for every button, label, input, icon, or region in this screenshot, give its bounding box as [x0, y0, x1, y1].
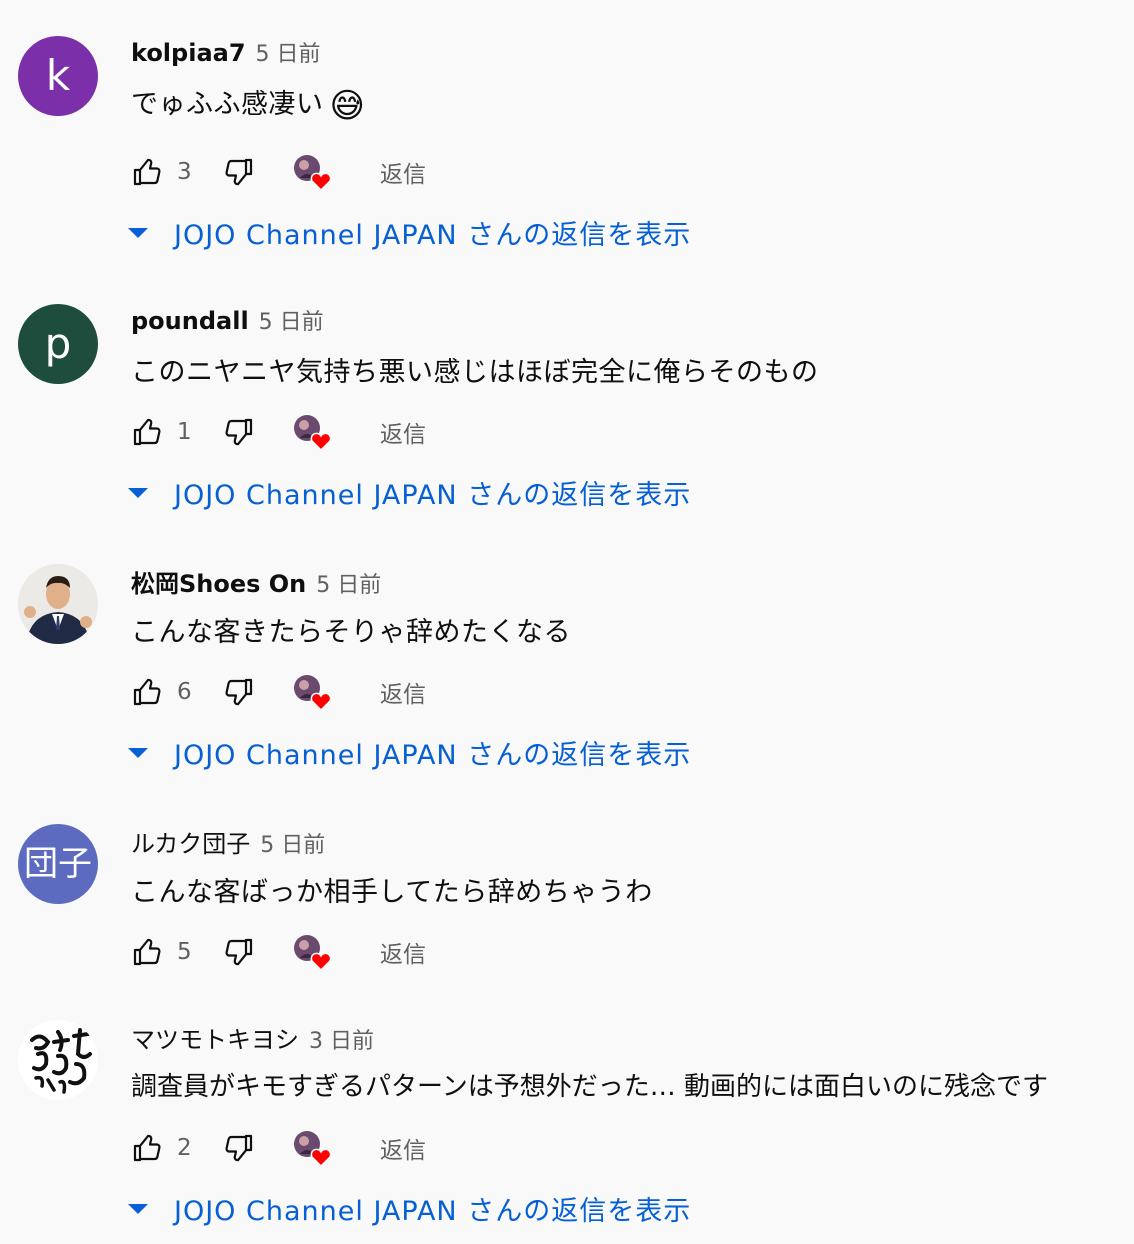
- creator-heart-badge: [291, 1128, 335, 1168]
- comment-text: こんな客きたらそりゃ辞めたくなる: [131, 617, 571, 648]
- calligraphy-avatar-image: [18, 1020, 98, 1100]
- thumb-up-icon: [131, 156, 163, 188]
- comment-text: こんな客ばっか相手してたら辞めちゃうわ: [131, 877, 653, 908]
- reply-button[interactable]: 返信: [380, 155, 426, 189]
- thumb-down-icon: [223, 156, 255, 188]
- comment-time[interactable]: 5 日前: [256, 36, 321, 68]
- view-replies-button[interactable]: JOJO Channel JAPAN さんの返信を表示: [128, 732, 691, 772]
- author-name[interactable]: ルカク団子: [131, 824, 250, 859]
- comment-text: でゅふふ感凄い 😅: [131, 86, 366, 126]
- avatar[interactable]: 団子: [18, 824, 98, 904]
- creator-heart-icon: [294, 1131, 332, 1168]
- thumb-down-icon: [223, 1132, 255, 1164]
- avatar[interactable]: k: [18, 36, 98, 116]
- like-button[interactable]: [131, 932, 163, 972]
- comment-time[interactable]: 5 日前: [316, 567, 381, 599]
- thumb-down-icon: [223, 936, 255, 968]
- view-replies-button[interactable]: JOJO Channel JAPAN さんの返信を表示: [128, 472, 691, 512]
- author-name[interactable]: 松岡Shoes On: [131, 564, 306, 599]
- dislike-button[interactable]: [223, 1128, 255, 1168]
- reply-button[interactable]: 返信: [380, 415, 426, 449]
- author-name[interactable]: kolpiaa7: [131, 39, 246, 67]
- thumb-up-icon: [131, 416, 163, 448]
- like-button[interactable]: [131, 1128, 163, 1168]
- like-button[interactable]: [131, 152, 163, 192]
- creator-heart-icon: [294, 415, 332, 452]
- comment-time[interactable]: 3 日前: [309, 1023, 374, 1055]
- thumb-down-icon: [223, 676, 255, 708]
- dislike-button[interactable]: [223, 152, 255, 192]
- thumb-up-icon: [131, 936, 163, 968]
- profile-photo: [18, 564, 98, 644]
- author-name[interactable]: マツモトキヨシ: [131, 1020, 299, 1055]
- creator-heart-badge: [291, 152, 335, 192]
- creator-heart-badge: [291, 672, 335, 712]
- creator-heart-icon: [294, 155, 332, 192]
- author-name[interactable]: poundall: [131, 307, 249, 335]
- like-count: 3: [177, 159, 192, 185]
- creator-heart-badge: [291, 412, 335, 452]
- creator-heart-badge: [291, 932, 335, 972]
- creator-heart-icon: [294, 675, 332, 712]
- comment-text: 調査員がキモすぎるパターンは予想外だった… 動画的には面白いのに残念です: [131, 1072, 1048, 1102]
- dislike-button[interactable]: [223, 932, 255, 972]
- like-count: 1: [177, 419, 192, 445]
- reply-button[interactable]: 返信: [380, 935, 426, 969]
- grinning-sweat-emoji: 😅: [329, 86, 366, 126]
- view-replies-button[interactable]: JOJO Channel JAPAN さんの返信を表示: [128, 212, 691, 252]
- thumb-up-icon: [131, 676, 163, 708]
- like-count: 5: [177, 939, 192, 965]
- comment-time[interactable]: 5 日前: [260, 827, 325, 859]
- caret-down-icon: [128, 748, 148, 758]
- view-replies-button[interactable]: JOJO Channel JAPAN さんの返信を表示: [128, 1188, 691, 1228]
- avatar[interactable]: [18, 564, 98, 644]
- thumb-up-icon: [131, 1132, 163, 1164]
- comment-time[interactable]: 5 日前: [259, 304, 324, 336]
- caret-down-icon: [128, 488, 148, 498]
- thumb-down-icon: [223, 416, 255, 448]
- comment-text: このニヤニヤ気持ち悪い感じはほぼ完全に俺らそのもの: [131, 357, 819, 388]
- like-count: 2: [177, 1135, 192, 1161]
- avatar[interactable]: p: [18, 304, 98, 384]
- like-button[interactable]: [131, 672, 163, 712]
- dislike-button[interactable]: [223, 672, 255, 712]
- caret-down-icon: [128, 228, 148, 238]
- creator-heart-icon: [294, 935, 332, 972]
- caret-down-icon: [128, 1204, 148, 1214]
- avatar[interactable]: [18, 1020, 98, 1100]
- like-button[interactable]: [131, 412, 163, 452]
- like-count: 6: [177, 679, 192, 705]
- reply-button[interactable]: 返信: [380, 1131, 426, 1165]
- dislike-button[interactable]: [223, 412, 255, 452]
- reply-button[interactable]: 返信: [380, 675, 426, 709]
